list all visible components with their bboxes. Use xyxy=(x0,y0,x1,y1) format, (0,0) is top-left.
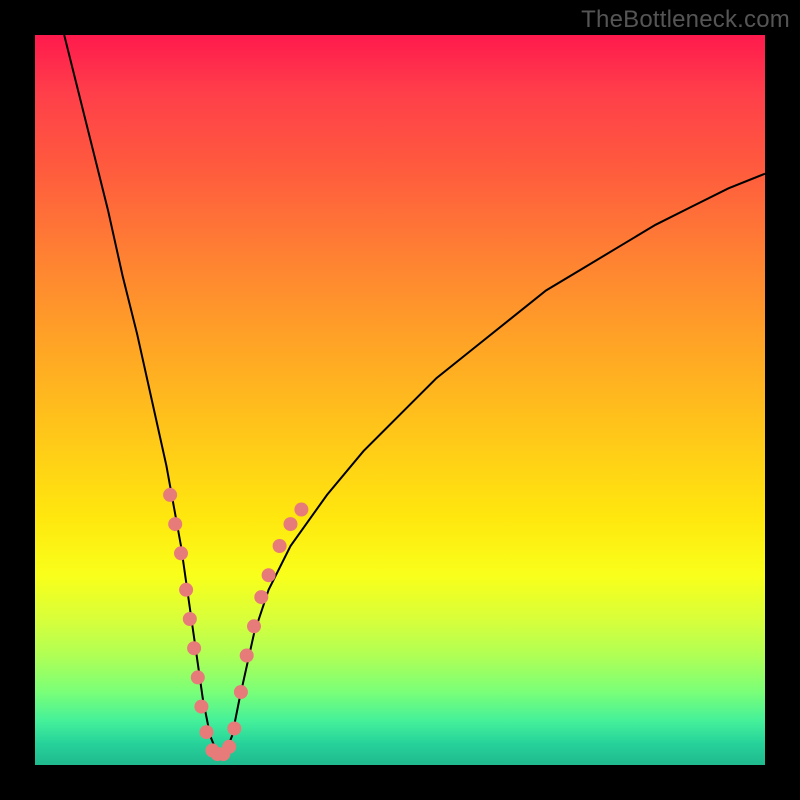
highlight-dot xyxy=(174,546,188,560)
highlight-dot xyxy=(240,649,254,663)
highlight-dot xyxy=(262,568,276,582)
highlight-dot xyxy=(179,583,193,597)
highlight-dot xyxy=(187,641,201,655)
highlight-dot xyxy=(273,539,287,553)
highlight-dot xyxy=(227,722,241,736)
highlight-dot xyxy=(183,612,197,626)
highlight-dot xyxy=(234,685,248,699)
highlight-dot xyxy=(247,619,261,633)
bottleneck-curve xyxy=(64,35,765,754)
highlight-dot xyxy=(284,517,298,531)
chart-svg xyxy=(35,35,765,765)
highlight-dot xyxy=(191,670,205,684)
highlight-dot xyxy=(163,488,177,502)
highlight-dot xyxy=(200,725,214,739)
highlight-dot xyxy=(254,590,268,604)
highlight-dot xyxy=(194,700,208,714)
highlight-dot xyxy=(222,740,236,754)
watermark-text: TheBottleneck.com xyxy=(581,6,790,34)
chart-frame: TheBottleneck.com xyxy=(0,0,800,800)
plot-area xyxy=(35,35,765,765)
highlight-dot xyxy=(294,503,308,517)
highlight-dot xyxy=(168,517,182,531)
